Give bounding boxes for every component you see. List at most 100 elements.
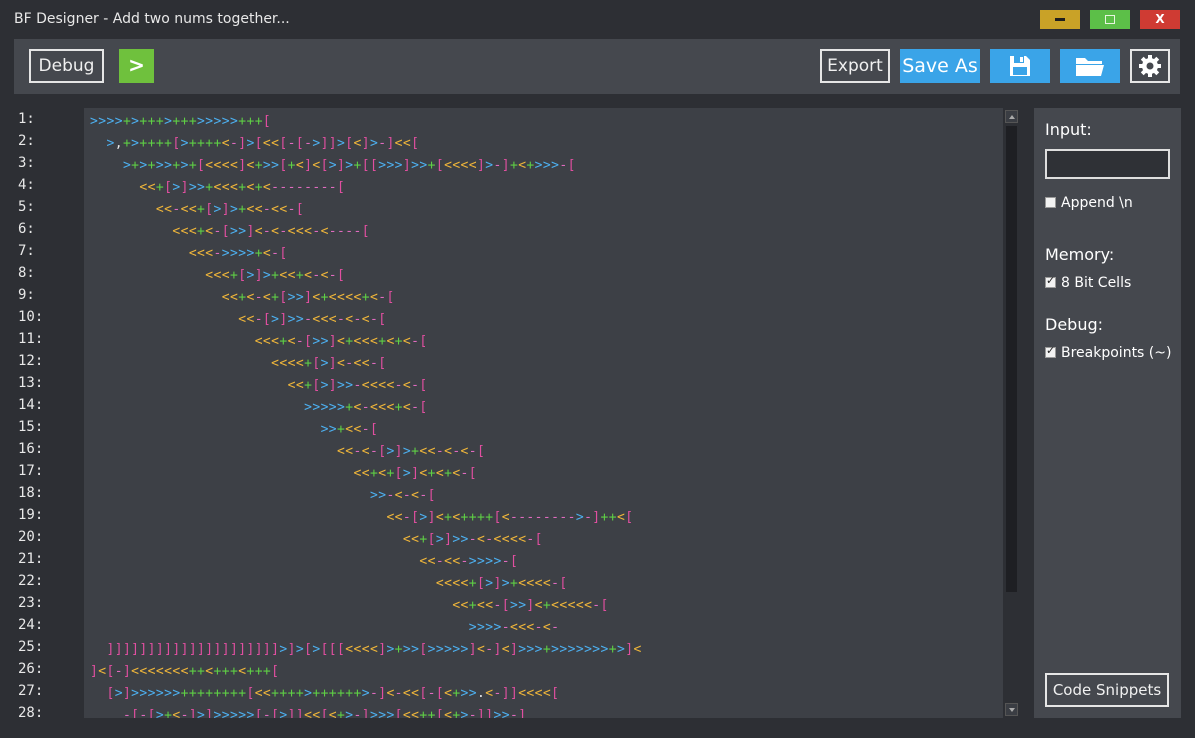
vertical-scrollbar[interactable] [1003,108,1020,718]
breakpoints-checkbox[interactable]: ✓ Breakpoints (~) [1045,344,1172,361]
line-number: 13: [18,375,44,391]
line-number: 19: [18,507,44,523]
debug-label: Debug: [1045,315,1104,334]
code-line[interactable]: <<<<+[>]>+<<<<-[ [90,576,568,591]
code-line[interactable]: <<-<-[>]>+<<-<-<-[ [90,444,485,459]
code-snippets-button[interactable]: Code Snippets [1045,673,1169,707]
line-number: 18: [18,485,44,501]
code-line[interactable]: <<+<-<+[>>]<+<<<<+<-[ [90,290,395,305]
code-line[interactable]: >+>+>>+>+[<<<<]<+>>[+<]<[>]>+[[>>>]>>+[<… [90,158,576,173]
debug-button[interactable]: Debug [29,49,104,83]
close-icon: X [1155,12,1165,26]
line-number-gutter: 1: 2: 3: 4: 5: 6: 7: 8: 9: 10: 11: 12: 13: 14: 15: 16: 1… [14,108,84,718]
gear-icon [1139,55,1161,77]
breakpoints-checkbox-box[interactable]: ✓ [1045,344,1056,358]
code-line[interactable]: <<+[>]>>-<<<<-<-[ [90,378,428,393]
append-newline-label: Append \n [1061,195,1133,211]
code-line[interactable]: <<-[>]<+<++++[<-------->-]++<[ [90,510,633,525]
scroll-down-button[interactable] [1005,703,1018,716]
line-number: 10: [18,309,44,325]
window-title: BF Designer - Add two nums together... [14,11,290,27]
arrow-down-icon [1009,708,1015,712]
check-icon: ✓ [1046,274,1056,287]
open-button[interactable] [1060,49,1120,83]
side-panel: Input: Append \n Memory: ✓ 8 Bit Cells De… [1034,108,1181,718]
line-number: 9: [18,287,35,303]
code-line[interactable]: <<-<<+[>]>+<<-<<-[ [90,202,304,217]
line-number: 25: [18,639,44,655]
code-line[interactable]: <<+<<-[>>]<+<<<<<-[ [90,598,609,613]
line-number: 24: [18,617,44,633]
code-line[interactable]: <<<<+[>]<-<<-[ [90,356,386,371]
code-line[interactable]: -[-[>+<-]>]>>>>>[-[>]]<<[<+>-]>>>[<<++[<… [90,708,526,718]
code-line[interactable]: >>>>+>+++>+++>>>>>+++[ [90,114,271,129]
code-line[interactable]: <<+[>]>>+<<<+<+<--------[ [90,180,345,195]
eight-bit-cells-label: 8 Bit Cells [1061,275,1132,291]
title-bar: BF Designer - Add two nums together... X [0,0,1195,38]
save-as-button[interactable]: Save As [900,49,980,83]
code-line[interactable]: >>-<-<-[ [90,488,436,503]
input-label: Input: [1045,120,1092,139]
maximize-icon [1105,15,1115,24]
code-line[interactable]: >>>>-<<<-<- [90,620,559,635]
append-newline-checkbox-box[interactable] [1045,197,1056,208]
code-line[interactable]: >,+>++++[>++++<-]>[<<[-[->]]>[<]>-]<<[ [90,136,419,151]
code-line[interactable]: >>>>>+<-<<<+<-[ [90,400,428,415]
line-number: 7: [18,243,35,259]
export-button[interactable]: Export [820,49,890,83]
line-number: 28: [18,705,44,718]
code-line[interactable]: <<<+<-[>>]<-<-<<<-<----[ [90,224,370,239]
line-number: 1: [18,111,35,127]
memory-label: Memory: [1045,245,1115,264]
code-line[interactable]: >>+<<-[ [90,422,378,437]
line-number: 8: [18,265,35,281]
settings-button[interactable] [1130,49,1170,83]
code-line[interactable]: <<<+[>]>+<<+<-<-[ [90,268,345,283]
line-number: 6: [18,221,35,237]
toolbar: Debug > Export Save As [14,39,1180,94]
line-number: 23: [18,595,44,611]
code-line[interactable]: [>]>>>>>>++++++++[<<++++>++++++>-]<-<<[-… [90,686,559,701]
line-number: 14: [18,397,44,413]
check-icon: ✓ [1046,344,1056,357]
line-number: 5: [18,199,35,215]
code-line[interactable]: <<<->>>>+<-[ [90,246,288,261]
scroll-thumb[interactable] [1006,126,1017,592]
line-number: 21: [18,551,44,567]
arrow-up-icon [1009,115,1015,119]
line-number: 3: [18,155,35,171]
save-button[interactable] [990,49,1050,83]
code-editor: 1: 2: 3: 4: 5: 6: 7: 8: 9: 10: 11: 12: 13: 14: 15: 16: 1… [14,108,1020,718]
maximize-button[interactable] [1090,10,1130,29]
minimize-icon [1055,18,1065,21]
code-line[interactable]: ]]]]]]]]]]]]]]]]]]]]]>]>[>[[[<<<<]>+>>[>… [90,642,642,657]
eight-bit-cells-checkbox[interactable]: ✓ 8 Bit Cells [1045,274,1132,291]
breakpoints-label: Breakpoints (~) [1061,345,1172,361]
line-number: 17: [18,463,44,479]
line-number: 22: [18,573,44,589]
minimize-button[interactable] [1040,10,1080,29]
run-button[interactable]: > [119,49,154,83]
append-newline-checkbox[interactable]: Append \n [1045,195,1133,211]
close-button[interactable]: X [1140,10,1180,29]
code-line[interactable]: <<-[>]>>-<<<-<-<-[ [90,312,386,327]
code-line[interactable]: ]<[-]<<<<<<<++<+++<+++[ [90,664,279,679]
code-line[interactable]: <<-<<->>>>-[ [90,554,518,569]
input-field[interactable] [1045,149,1170,179]
eight-bit-cells-checkbox-box[interactable]: ✓ [1045,274,1056,288]
code-line[interactable]: <<+[>]>>-<-<<<<-[ [90,532,543,547]
scroll-up-button[interactable] [1005,110,1018,123]
line-number: 27: [18,683,44,699]
code-line[interactable]: <<<+<-[>>]<+<<<+<+<-[ [90,334,428,349]
line-number: 2: [18,133,35,149]
line-number: 26: [18,661,44,677]
line-number: 12: [18,353,44,369]
line-number: 4: [18,177,35,193]
line-number: 15: [18,419,44,435]
code-area[interactable]: >>>>+>+++>+++>>>>>+++[ >,+>++++[>++++<-]… [84,108,1003,718]
line-number: 16: [18,441,44,457]
code-line[interactable]: <<+<+[>]<+<+<-[ [90,466,477,481]
line-number: 11: [18,331,44,347]
floppy-disk-icon [1010,56,1030,76]
folder-icon [1076,58,1104,76]
